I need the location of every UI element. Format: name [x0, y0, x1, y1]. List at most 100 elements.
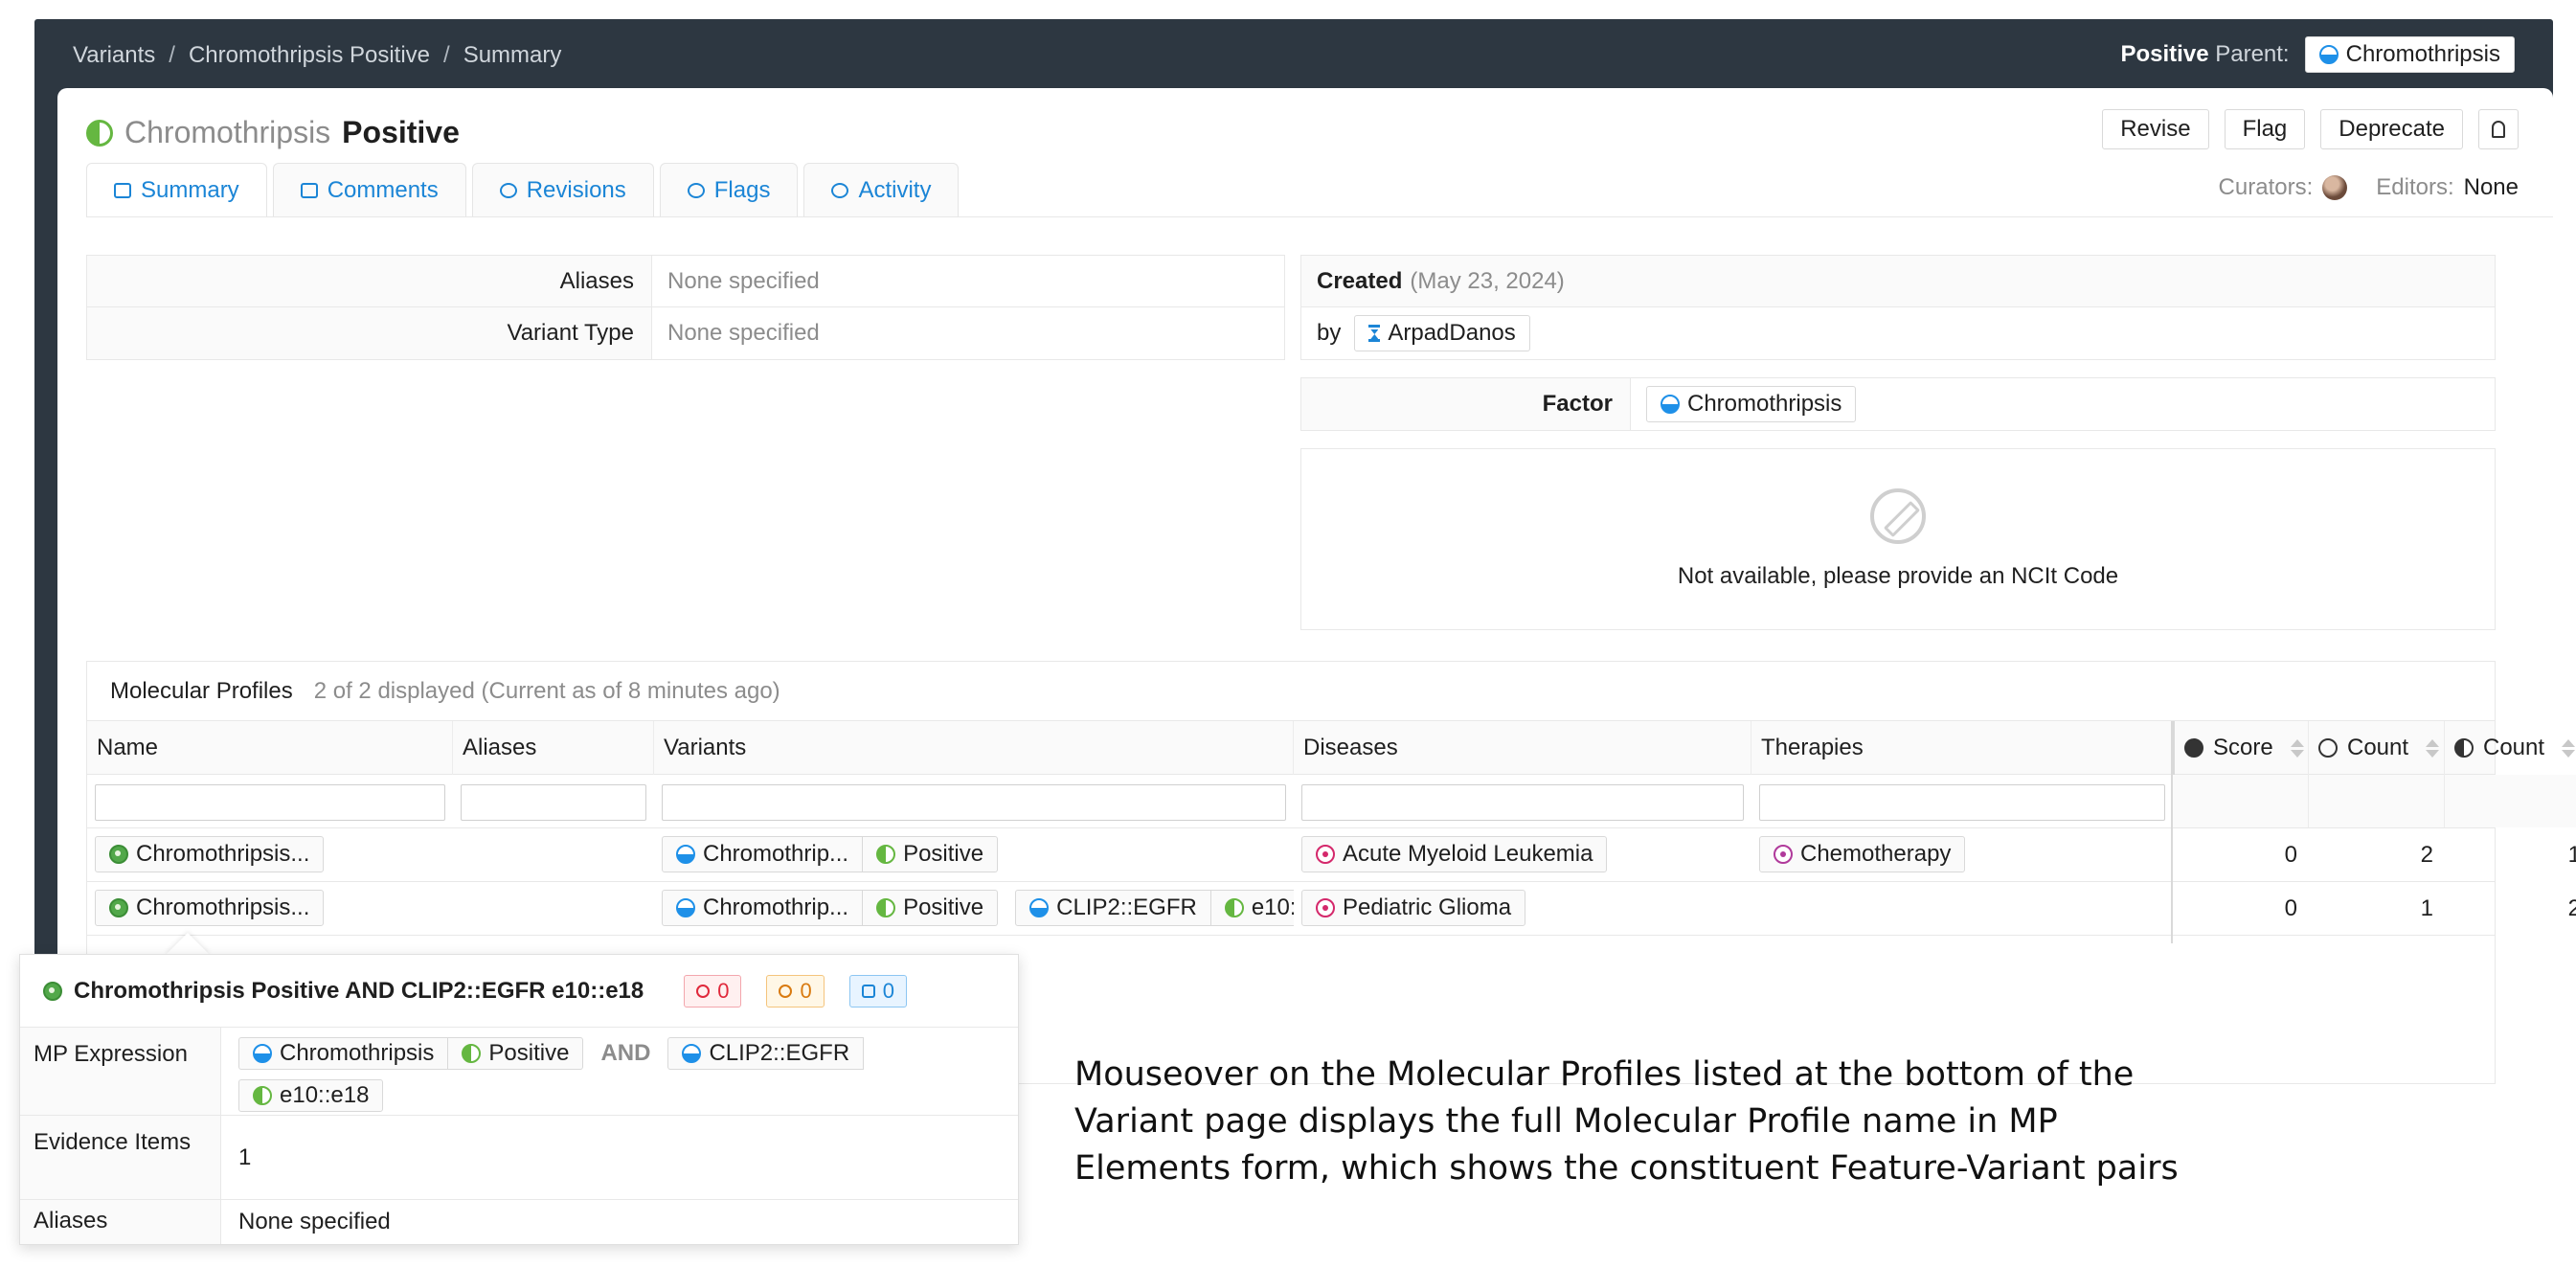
mp-tag[interactable]: Chromothripsis...	[95, 836, 325, 872]
avatar[interactable]	[2322, 175, 2348, 200]
score-icon	[2184, 738, 2203, 758]
fixed-columns-divider	[2171, 721, 2173, 943]
score-value: 0	[2284, 895, 2297, 921]
therapy-tag[interactable]: Chemotherapy	[1759, 836, 1966, 872]
mp-column-headers: Name Aliases Variants Diseases Therapies…	[87, 721, 2576, 775]
breadcrumb-variants[interactable]: Variants	[73, 42, 155, 69]
variant-tag[interactable]: Positive	[863, 836, 999, 872]
variant-tag[interactable]: Positive	[448, 1037, 584, 1070]
subscribe-button[interactable]	[2478, 109, 2519, 149]
col-therapies[interactable]: Therapies	[1751, 721, 2173, 775]
comment-icon	[300, 182, 318, 198]
half-circle-icon	[2454, 738, 2474, 758]
feature-tag[interactable]: CLIP2::EGFR	[667, 1037, 865, 1070]
tab-bar: Summary Comments Revisions Flags Activit…	[86, 163, 960, 217]
popover-header: Chromothripsis Positive AND CLIP2::EGFR …	[20, 955, 1018, 1028]
deprecate-button[interactable]: Deprecate	[2320, 109, 2463, 149]
sort-icon	[2562, 738, 2576, 758]
tab-revisions[interactable]: Revisions	[471, 163, 654, 216]
feature-tag[interactable]: Chromothrip...	[662, 890, 864, 926]
filter-aliases-input[interactable]	[461, 784, 646, 821]
feature-icon	[1661, 395, 1680, 414]
variant-tag[interactable]: Positive	[863, 890, 999, 926]
bell-icon	[2492, 121, 2505, 138]
table-row: Chromothripsis... Chromothrip... Positiv…	[87, 882, 2576, 936]
tab-summary[interactable]: Summary	[86, 163, 267, 217]
disease-tag[interactable]: Pediatric Glioma	[1301, 890, 1526, 926]
pencil-icon	[499, 182, 517, 198]
info-value: None specified	[667, 320, 820, 346]
comment-icon	[861, 984, 875, 998]
plus-circle-icon	[2318, 738, 2338, 758]
variant-info-table: Aliases None specified Variant Type None…	[86, 255, 1285, 360]
variant-icon	[1224, 898, 1244, 917]
mp-icon	[109, 898, 128, 917]
col-score[interactable]: Score	[2173, 721, 2309, 775]
filter-diseases-input[interactable]	[1301, 784, 1744, 821]
col-count-2[interactable]: Count	[2445, 721, 2576, 775]
summary-icon	[114, 183, 131, 198]
disease-icon	[1316, 898, 1335, 917]
variant-tag[interactable]: e10::e18	[238, 1079, 384, 1112]
title-feature: Chromothripsis	[124, 115, 331, 149]
variant-card: Chromothripsis Positive Revise Flag Depr…	[57, 88, 2576, 1084]
tab-comments[interactable]: Comments	[272, 163, 466, 216]
feature-tag[interactable]: CLIP2::EGFR	[1015, 890, 1211, 926]
user-tag[interactable]: ArpadDanos	[1354, 315, 1530, 351]
feature-icon	[676, 898, 695, 917]
count-value: 2	[2567, 895, 2576, 921]
variant-icon	[876, 845, 896, 864]
info-key: Variant Type	[87, 307, 652, 359]
sort-icon	[2426, 738, 2440, 758]
feature-icon	[253, 1044, 272, 1063]
info-key: Aliases	[87, 256, 652, 306]
feature-tag[interactable]: Chromothrip...	[662, 836, 864, 872]
filter-name-input[interactable]	[95, 784, 445, 821]
col-aliases[interactable]: Aliases	[453, 721, 654, 775]
variant-icon	[86, 119, 113, 147]
popover-key: Aliases	[20, 1200, 221, 1244]
variant-icon	[253, 1086, 272, 1105]
therapy-icon	[1774, 845, 1793, 864]
feature-tag[interactable]: Chromothripsis	[238, 1037, 449, 1070]
factor-tag[interactable]: Chromothripsis	[1646, 386, 1857, 422]
popover-aliases-value: None specified	[238, 1209, 391, 1234]
user-icon	[1368, 325, 1381, 342]
popover-row-expression: MP Expression Chromothripsis Positive AN…	[20, 1028, 1018, 1116]
flags-count-badge[interactable]: 0	[684, 974, 742, 1008]
parent-feature-tag[interactable]: Chromothripsis	[2304, 36, 2515, 73]
col-name[interactable]: Name	[87, 721, 453, 775]
sort-icon	[2290, 738, 2304, 758]
mp-tag[interactable]: Chromothripsis...	[95, 890, 325, 926]
filter-variants-input[interactable]	[662, 784, 1286, 821]
mp-icon	[109, 845, 128, 864]
filter-count-cell	[2445, 775, 2576, 827]
feature-icon	[682, 1044, 702, 1063]
created-by: by ArpadDanos	[1301, 307, 2495, 359]
parent-link: Positive Parent: Chromothripsis	[2120, 36, 2515, 73]
breadcrumb-separator: /	[443, 42, 450, 68]
disease-tag[interactable]: Acute Myeloid Leukemia	[1301, 836, 1608, 872]
parent-label: Positive Parent:	[2120, 41, 2290, 67]
comments-count-badge[interactable]: 0	[848, 974, 907, 1008]
ncit-message: Not available, please provide an NCIt Co…	[1677, 563, 2119, 589]
breadcrumb-variant[interactable]: Chromothripsis Positive	[189, 42, 430, 69]
filter-score-cell	[2173, 775, 2309, 827]
edit-icon	[1870, 488, 1926, 544]
breadcrumb: Variants / Chromothripsis Positive / Sum…	[73, 42, 561, 69]
tab-activity[interactable]: Activity	[803, 163, 960, 216]
revisions-count-badge[interactable]: 0	[766, 974, 825, 1008]
revise-button[interactable]: Revise	[2102, 109, 2209, 149]
variant-tag[interactable]: e10::	[1210, 890, 1294, 926]
col-count-1[interactable]: Count	[2309, 721, 2445, 775]
filter-therapies-input[interactable]	[1759, 784, 2165, 821]
col-variants[interactable]: Variants	[654, 721, 1294, 775]
ncit-box: Not available, please provide an NCIt Co…	[1300, 448, 2496, 630]
feature-icon	[2318, 45, 2339, 64]
tab-flags[interactable]: Flags	[659, 163, 799, 216]
flag-button[interactable]: Flag	[2224, 109, 2306, 149]
flag-icon	[696, 984, 711, 998]
col-diseases[interactable]: Diseases	[1294, 721, 1751, 775]
popover-key: MP Expression	[20, 1028, 221, 1115]
popover-mp-name[interactable]: Chromothripsis Positive AND CLIP2::EGFR …	[74, 978, 644, 1005]
